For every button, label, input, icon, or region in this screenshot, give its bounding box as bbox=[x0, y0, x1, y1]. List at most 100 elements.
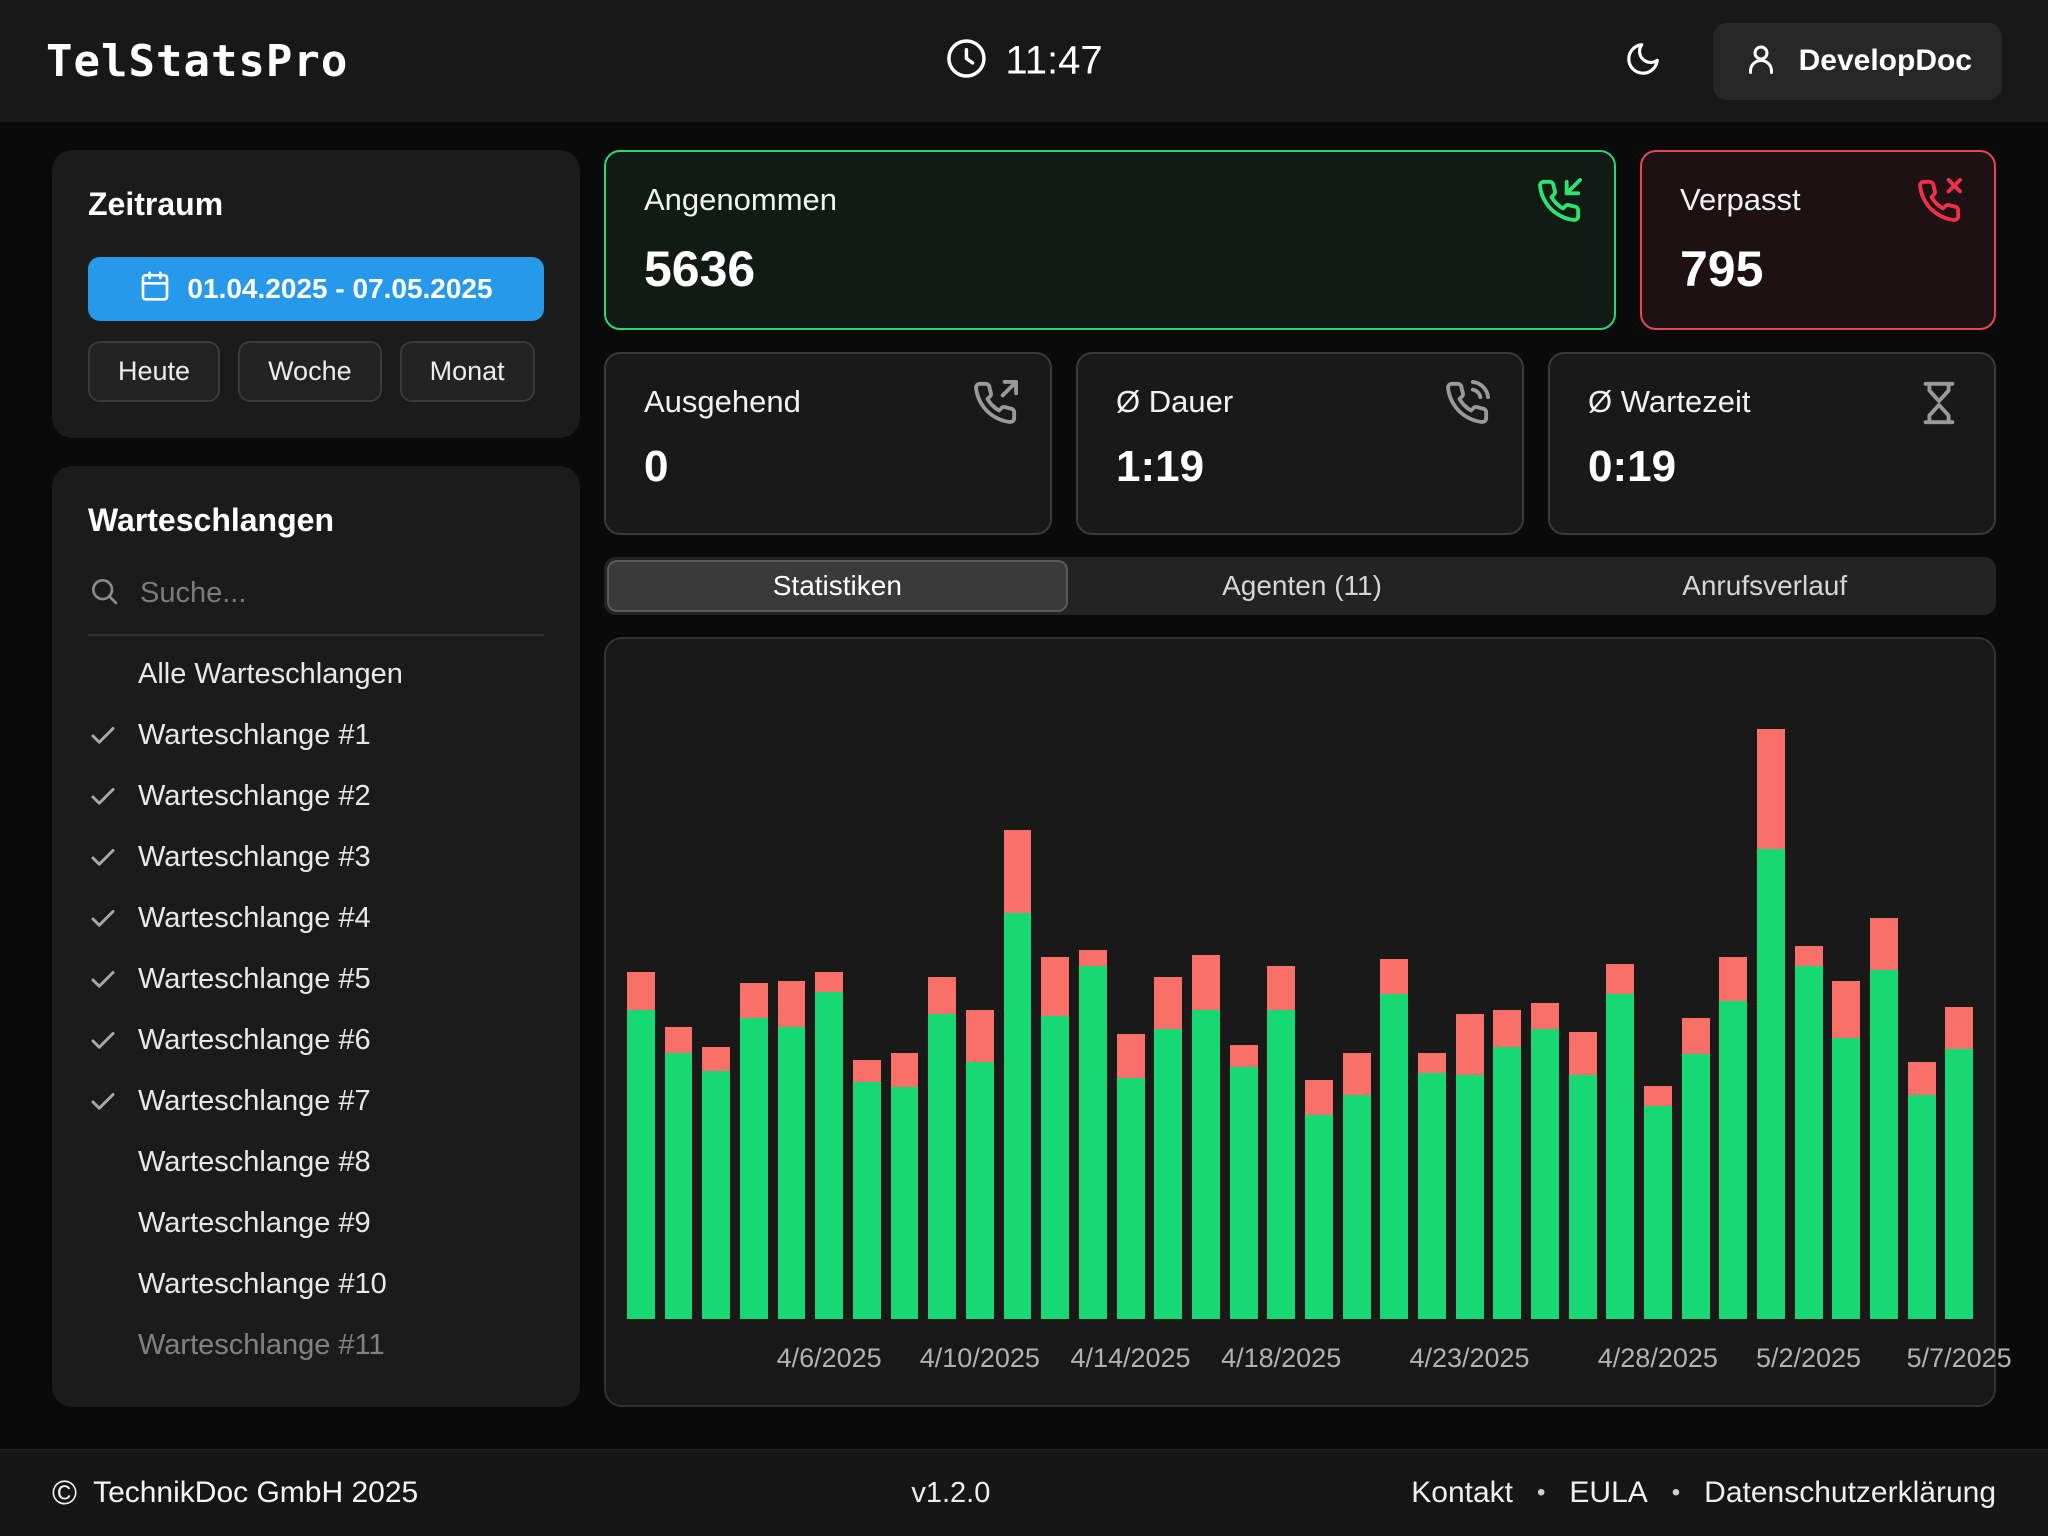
preset-monat-button[interactable]: Monat bbox=[400, 341, 535, 402]
bar-group[interactable] bbox=[961, 665, 999, 1319]
avg-wait-label: Ø Wartezeit bbox=[1588, 384, 1956, 420]
bar-group[interactable] bbox=[1865, 665, 1903, 1319]
stacked-bar bbox=[853, 1060, 881, 1319]
stacked-bar bbox=[1644, 1086, 1672, 1319]
missed-segment bbox=[1154, 977, 1182, 1028]
stacked-bar bbox=[1531, 1003, 1559, 1319]
bar-group[interactable] bbox=[1828, 665, 1866, 1319]
bar-group[interactable] bbox=[1338, 665, 1376, 1319]
queue-item[interactable]: Warteschlange #11 bbox=[88, 1315, 544, 1376]
bar-group[interactable] bbox=[1036, 665, 1074, 1319]
dark-mode-toggle[interactable] bbox=[1613, 31, 1673, 91]
bar-group[interactable] bbox=[622, 665, 660, 1319]
footer-separator: • bbox=[1672, 1479, 1680, 1507]
answered-segment bbox=[1154, 1029, 1182, 1319]
bar-group[interactable] bbox=[1187, 665, 1225, 1319]
footer-links: Kontakt•EULA•Datenschutzerklärung bbox=[1411, 1476, 1996, 1510]
footer-link-eula[interactable]: EULA bbox=[1569, 1476, 1647, 1510]
search-input[interactable] bbox=[138, 576, 544, 611]
answered-segment bbox=[1456, 1075, 1484, 1319]
bar-group[interactable] bbox=[886, 665, 924, 1319]
chart-card: 4/6/20254/10/20254/14/20254/18/20254/23/… bbox=[604, 637, 1996, 1407]
missed-segment bbox=[740, 983, 768, 1018]
answered-segment bbox=[1870, 970, 1898, 1319]
clock-display: 11:47 bbox=[945, 38, 1102, 85]
stacked-bar bbox=[1682, 1018, 1710, 1319]
queue-item[interactable]: Warteschlange #10 bbox=[88, 1254, 544, 1315]
bar-group[interactable] bbox=[773, 665, 811, 1319]
preset-heute-button[interactable]: Heute bbox=[88, 341, 220, 402]
answered-segment bbox=[1192, 1010, 1220, 1319]
missed-segment bbox=[665, 1027, 693, 1053]
check-icon bbox=[88, 904, 138, 934]
bar-group[interactable] bbox=[923, 665, 961, 1319]
date-presets: Heute Woche Monat bbox=[88, 341, 544, 402]
queue-item[interactable]: Warteschlange #2 bbox=[88, 766, 544, 827]
bar-group[interactable] bbox=[1300, 665, 1338, 1319]
user-icon bbox=[1743, 41, 1779, 82]
queue-item-label: Warteschlange #11 bbox=[138, 1329, 385, 1362]
queue-item[interactable]: Alle Warteschlangen bbox=[88, 644, 544, 705]
bar-group[interactable] bbox=[1752, 665, 1790, 1319]
date-range-label: 01.04.2025 - 07.05.2025 bbox=[187, 273, 492, 305]
answered-segment bbox=[1418, 1073, 1446, 1319]
bar-group[interactable] bbox=[1714, 665, 1752, 1319]
queue-item[interactable]: Warteschlange #7 bbox=[88, 1071, 544, 1132]
queue-item[interactable]: Warteschlange #6 bbox=[88, 1010, 544, 1071]
footer-link-datenschutzerkl-rung[interactable]: Datenschutzerklärung bbox=[1704, 1476, 1996, 1510]
bar-group[interactable] bbox=[1903, 665, 1941, 1319]
telstatspro-app: TelStatsPro 11:47 DevelopDoc bbox=[0, 0, 2048, 1536]
queue-item[interactable]: Warteschlange #8 bbox=[88, 1132, 544, 1193]
answered-segment bbox=[627, 1010, 655, 1319]
bar-group[interactable] bbox=[1451, 665, 1489, 1319]
bar-group[interactable] bbox=[1941, 665, 1979, 1319]
bar-group[interactable] bbox=[1262, 665, 1300, 1319]
missed-segment bbox=[966, 1010, 994, 1061]
tab-agenten-11[interactable]: Agenten (11) bbox=[1074, 560, 1531, 612]
answered-segment bbox=[1606, 994, 1634, 1319]
tab-anrufsverlauf[interactable]: Anrufsverlauf bbox=[1536, 560, 1993, 612]
bar-group[interactable] bbox=[1564, 665, 1602, 1319]
bar-group[interactable] bbox=[1112, 665, 1150, 1319]
missed-segment bbox=[1757, 729, 1785, 848]
answered-segment bbox=[1079, 966, 1107, 1319]
bar-group[interactable] bbox=[660, 665, 698, 1319]
bar-group[interactable] bbox=[1225, 665, 1263, 1319]
queue-item[interactable]: Warteschlange #3 bbox=[88, 827, 544, 888]
bar-group[interactable] bbox=[1149, 665, 1187, 1319]
bar-group[interactable] bbox=[1488, 665, 1526, 1319]
bar-group[interactable] bbox=[1375, 665, 1413, 1319]
outgoing-label: Ausgehend bbox=[644, 384, 1012, 420]
bar-group[interactable] bbox=[697, 665, 735, 1319]
bar-group[interactable] bbox=[1601, 665, 1639, 1319]
queue-item[interactable]: Warteschlange #1 bbox=[88, 705, 544, 766]
bar-group[interactable] bbox=[735, 665, 773, 1319]
tab-statistiken[interactable]: Statistiken bbox=[607, 560, 1068, 612]
queue-item[interactable]: Warteschlange #9 bbox=[88, 1193, 544, 1254]
x-axis-tick: 4/23/2025 bbox=[1409, 1343, 1529, 1374]
queue-item-label: Warteschlange #6 bbox=[138, 1024, 371, 1057]
missed-segment bbox=[815, 972, 843, 992]
user-menu-button[interactable]: DevelopDoc bbox=[1713, 23, 2002, 100]
queue-item-label: Warteschlange #3 bbox=[138, 841, 371, 874]
answered-segment bbox=[1531, 1029, 1559, 1319]
date-range-button[interactable]: 01.04.2025 - 07.05.2025 bbox=[88, 257, 544, 321]
bar-group[interactable] bbox=[1413, 665, 1451, 1319]
answered-segment bbox=[1230, 1067, 1258, 1319]
queue-item[interactable]: Warteschlange #5 bbox=[88, 949, 544, 1010]
bar-group[interactable] bbox=[848, 665, 886, 1319]
queue-item[interactable]: Warteschlange #4 bbox=[88, 888, 544, 949]
bar-group[interactable] bbox=[810, 665, 848, 1319]
footer-link-kontakt[interactable]: Kontakt bbox=[1411, 1476, 1513, 1510]
answered-segment bbox=[1569, 1075, 1597, 1319]
queue-search bbox=[88, 575, 544, 636]
bar-group[interactable] bbox=[1790, 665, 1828, 1319]
bar-group[interactable] bbox=[1074, 665, 1112, 1319]
phone-call-icon bbox=[1444, 380, 1490, 431]
stacked-bar bbox=[1305, 1080, 1333, 1319]
bar-group[interactable] bbox=[1639, 665, 1677, 1319]
bar-group[interactable] bbox=[1677, 665, 1715, 1319]
bar-group[interactable] bbox=[1526, 665, 1564, 1319]
preset-woche-button[interactable]: Woche bbox=[238, 341, 382, 402]
bar-group[interactable] bbox=[999, 665, 1037, 1319]
